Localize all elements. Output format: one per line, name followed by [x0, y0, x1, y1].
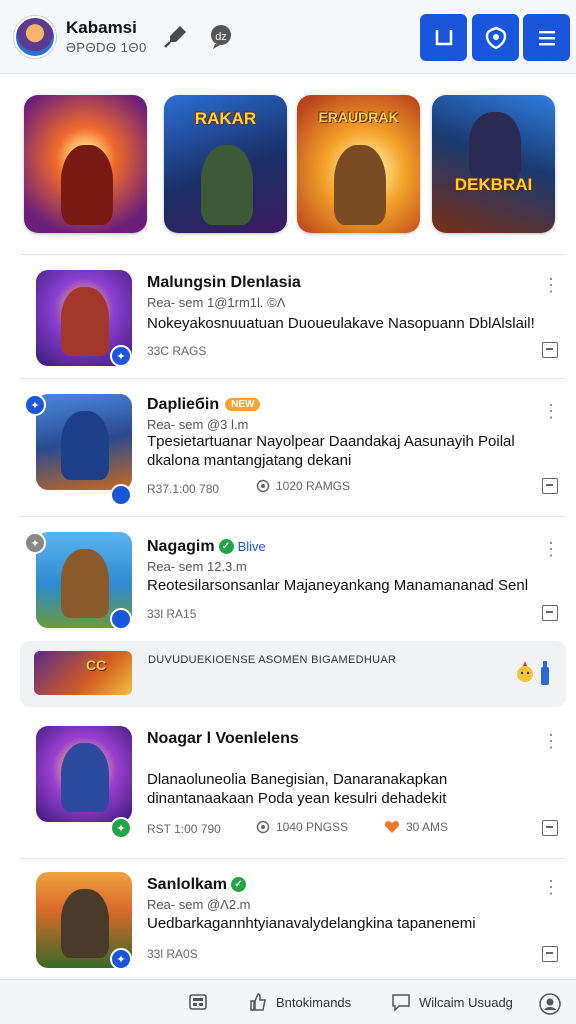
emoji-face-icon	[517, 661, 533, 682]
featured-card-2[interactable]: RAKAR	[164, 95, 287, 233]
more-options-icon[interactable]: ⋮	[542, 732, 560, 752]
banner-image: CC	[34, 651, 132, 695]
more-options-icon[interactable]: ⋮	[542, 878, 560, 898]
menu-button[interactable]	[523, 14, 570, 61]
item-stat-2-text: 1020 RAMGS	[276, 479, 351, 493]
platform-badge-icon: ✦	[110, 948, 132, 970]
list-item[interactable]: ✦ Noagar l Voenlelens Dlanaoluneolia Ban…	[20, 712, 566, 858]
item-stat: R37.1:00 780	[147, 482, 220, 496]
bookmark-icon[interactable]	[542, 478, 558, 494]
item-title-text: Daplieбin	[147, 396, 220, 413]
platform-badge-icon	[110, 608, 132, 630]
item-stat: RST 1:00 790	[147, 822, 221, 836]
square-button[interactable]	[420, 14, 467, 61]
list-item[interactable]: ✦ Daplieбin NEW Rea- sem @3 l.m Tpesietar…	[20, 378, 566, 516]
platform-badge-icon: ✦	[24, 532, 46, 554]
item-title[interactable]: Malungsin Dlenlasia	[147, 274, 301, 292]
nav-profile[interactable]	[538, 992, 570, 1016]
app-title: Kabamsi	[66, 18, 137, 37]
promo-banner[interactable]: CC DUVUDUEKIOENSE ASOMEN BIGAMEDHUAR	[20, 641, 566, 707]
list-item[interactable]: ✦ Nagagim ✓ Blive Rea- sem 12.3.m Reotesil…	[20, 516, 566, 636]
item-meta: Rea- sem @Ʌ2.m	[147, 897, 251, 912]
new-tag: NEW	[225, 398, 261, 412]
nav-recommends[interactable]: Bntokimands	[248, 992, 351, 1012]
item-stat-3: 30 AMS	[384, 820, 448, 834]
game-thumbnail	[36, 394, 132, 490]
item-stat-2: 1020 RAMGS	[256, 479, 350, 493]
svg-text:dz: dz	[215, 31, 227, 43]
item-stat-3-text: 30 AMS	[406, 820, 449, 834]
bottle-icon	[541, 661, 549, 685]
featured-card-4[interactable]: DEKBRAI	[432, 95, 555, 233]
shield-button[interactable]	[472, 14, 519, 61]
item-description: Dlanaoluneolia Banegisian, Danaranakapka…	[147, 771, 448, 807]
platform-badge-icon: ✦	[110, 345, 132, 367]
list-item[interactable]: ✦ Sanlolkam ✓ Rea- sem @Ʌ2.m Uedbarkagann…	[20, 858, 566, 978]
item-stat: 33C RAGS	[147, 344, 207, 358]
bookmark-icon[interactable]	[542, 605, 558, 621]
featured-card-3[interactable]: ERAUDRAK	[297, 95, 420, 233]
more-options-icon[interactable]: ⋮	[542, 540, 560, 560]
item-stat: 33l RA0S	[147, 947, 198, 961]
item-stat-2: 1040 PNGSS	[256, 820, 348, 834]
item-title-text: Nagagim	[147, 538, 215, 555]
profile-icon	[539, 993, 561, 1015]
bottom-nav: Bntokimands Wilcaim Usuadg	[0, 979, 576, 1024]
heart-icon	[384, 821, 400, 833]
app-subtitle: ӘPΘDΘ 1Θ0	[66, 40, 147, 55]
item-description: Tpesietartuanar Nayolpear Daandakaj Aasu…	[147, 433, 515, 469]
chat-icon[interactable]: dz	[207, 22, 235, 50]
item-stat-2-text: 1040 PNGSS	[276, 820, 349, 834]
bookmark-icon[interactable]	[542, 946, 558, 962]
platform-badge-icon: ✦	[24, 394, 46, 416]
app-avatar[interactable]	[14, 16, 56, 58]
featured-title: DEKBRAI	[454, 175, 533, 194]
item-meta: Rea- sem 12.3.m	[147, 559, 247, 574]
menu-icon	[538, 30, 555, 45]
rating-icon	[256, 479, 270, 493]
verified-icon: ✓	[231, 877, 247, 893]
item-stat: 33l RA15	[147, 607, 197, 621]
item-label: Blive	[237, 539, 266, 554]
nav-messages[interactable]: Wilcaim Usuadg	[391, 992, 513, 1012]
banner-icons	[516, 659, 552, 685]
more-options-icon[interactable]: ⋮	[542, 402, 560, 422]
top-bar: Kabamsi ӘPΘDΘ 1Θ0 dz	[0, 0, 576, 74]
news-icon	[189, 994, 207, 1010]
chat-bubble-icon	[392, 994, 410, 1012]
item-title-text: Sanlolkam	[147, 876, 228, 893]
nav-label: Wilcaim Usuadg	[419, 994, 513, 1010]
pin-icon[interactable]	[162, 22, 190, 50]
platform-badge-icon: ✦	[110, 817, 132, 839]
bookmark-icon[interactable]	[542, 820, 558, 836]
more-options-icon[interactable]: ⋮	[542, 276, 560, 296]
featured-title: ERAUDRAK	[318, 109, 399, 125]
nav-label: Bntokimands	[276, 994, 352, 1010]
item-meta: Rea- sem 1@1rm1l. ©Ʌ	[147, 295, 286, 310]
platform-badge-icon	[110, 484, 132, 506]
item-meta: Rea- sem @3 l.m	[147, 417, 249, 432]
item-title[interactable]: Sanlolkam ✓	[147, 876, 247, 894]
featured-title: RAKAR	[194, 109, 257, 128]
item-title[interactable]: Nagagim ✓ Blive	[147, 538, 266, 556]
game-thumbnail	[36, 726, 132, 822]
item-title[interactable]: Daplieбin NEW	[147, 396, 261, 414]
item-title[interactable]: Noagar l Voenlelens	[147, 730, 299, 748]
rating-icon	[256, 820, 270, 834]
bookmark-icon[interactable]	[542, 342, 558, 358]
item-description: Nokeyakosnuuatuan Duoueulakave Nasopuann…	[147, 315, 535, 332]
nav-news[interactable]	[188, 992, 216, 1012]
list-item[interactable]: ✦ Malungsin Dlenlasia Rea- sem 1@1rm1l. …	[20, 254, 566, 378]
item-description: Uedbarkagannhtyianavalydelangkina tapane…	[147, 915, 476, 932]
square-icon	[435, 29, 452, 45]
verified-icon: ✓	[218, 539, 234, 555]
thumbs-up-icon	[250, 993, 266, 1011]
banner-text: DUVUDUEKIOENSE ASOMEN BIGAMEDHUAR	[148, 654, 397, 666]
featured-card-1[interactable]	[24, 95, 147, 233]
item-description: Reotesilarsonsanlar Majaneyankang Manama…	[147, 577, 529, 594]
shield-icon	[485, 26, 506, 49]
